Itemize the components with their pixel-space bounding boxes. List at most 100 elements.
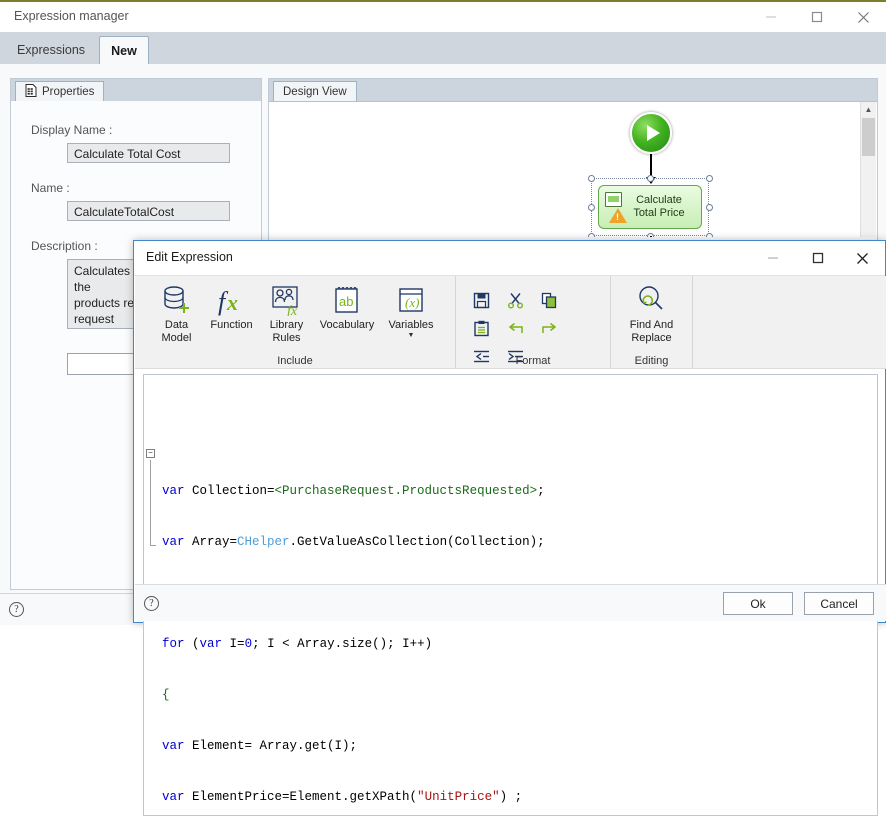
ribbon-button-library-rules[interactable]: fx Library Rules [259,276,314,352]
database-add-icon [160,282,194,316]
dialog-title: Edit Expression [146,250,233,264]
ribbon-group-editing: Find And Replace Editing [610,276,692,369]
panel-tab-design-view[interactable]: Design View [273,81,357,101]
ribbon-button-variables[interactable]: (x) Variables ▼ [380,276,442,352]
paste-clipboard-icon[interactable] [464,314,498,342]
dialog-close-icon[interactable] [840,241,885,275]
name-input[interactable]: CalculateTotalCost [67,201,230,221]
ribbon-group-editing-label: Editing [634,355,669,367]
start-node[interactable] [630,112,672,154]
display-name-label: Display Name : [31,123,113,137]
tab-new[interactable]: New [99,36,149,64]
play-start-icon [646,125,660,141]
main-window-title: Expression manager [14,9,129,23]
ribbon-button-find-and-replace[interactable]: Find And Replace [613,276,691,352]
main-tabstrip: Expressions New [0,32,886,65]
dialog-help-icon-glyph: ? [149,598,154,609]
code-line: var Element= Array.get(I); [162,739,358,753]
ribbon-button-vocabulary[interactable]: ab Vocabulary [314,276,380,352]
properties-panel-tabstrip: Properties [11,79,261,102]
copy-icon[interactable] [532,286,566,314]
ribbon-button-variables-label1: Variables [388,319,434,331]
scrollbar-thumb[interactable] [862,118,875,156]
warning-triangle-icon [609,208,627,223]
design-scrollbar[interactable]: ▲ [860,102,876,237]
properties-grid-icon [25,83,37,100]
dialog-minimize-icon[interactable] [750,241,795,275]
ribbon-button-function[interactable]: f x Function [204,276,259,352]
tab-expressions-label: Expressions [16,43,86,57]
ribbon-button-vocabulary-label1: Vocabulary [319,319,375,331]
maximize-icon[interactable] [794,2,840,32]
panel-tab-properties[interactable]: Properties [15,81,105,101]
undo-arrow-icon[interactable] [498,314,532,342]
ribbon-button-data-model-label1: Data [164,319,189,331]
ribbon-group-include-label: Include [277,355,313,367]
task-node-line1: Calculate [636,194,682,206]
description-label: Description : [31,239,98,253]
main-titlebar: Expression manager [0,2,886,32]
help-icon[interactable]: ? [9,602,24,617]
ribbon-button-function-label1: Function [210,319,253,331]
ribbon-button-library-rules-label1: Library [269,319,304,331]
svg-text:x: x [226,290,238,315]
code-line: var ElementPrice=Element.getXPath("UnitP… [162,790,523,804]
task-node-line2: Total Price [633,207,685,219]
resize-handle-se[interactable] [706,233,713,237]
dialog-ribbon: Data Model f x Function fx Library Rules… [135,276,886,369]
ok-button[interactable]: Ok [723,592,793,615]
screen-task-icon [605,192,622,207]
tab-new-label: New [111,43,137,58]
library-rules-icon: fx [270,282,304,316]
dialog-window-controls [750,241,885,275]
cancel-button[interactable]: Cancel [804,592,874,615]
design-panel-tabstrip: Design View [269,79,877,102]
ribbon-button-find-and-replace-label1: Find And [629,319,674,331]
resize-handle-sw[interactable] [588,233,595,237]
connector-line-2 [650,236,652,237]
main-window-controls [748,2,886,32]
ribbon-empty-area [692,276,886,369]
design-canvas[interactable]: CalculateTotal Price [270,102,862,237]
chevron-up-icon[interactable]: ▲ [861,102,876,117]
redo-arrow-icon[interactable] [532,314,566,342]
svg-text:(x): (x) [405,295,419,310]
ribbon-group-include: Data Model f x Function fx Library Rules… [135,276,455,369]
resize-handle-e[interactable] [706,204,713,211]
task-node-calculate-total-price[interactable]: CalculateTotal Price [598,185,702,229]
fx-function-icon: f x [215,282,249,316]
resize-handle-n[interactable] [647,175,654,182]
ribbon-button-data-model-label2: Model [161,332,192,344]
save-icon[interactable] [464,286,498,314]
display-name-input[interactable]: Calculate Total Cost [67,143,230,163]
code-fold-toggle[interactable]: − [146,449,155,458]
panel-tab-design-view-label: Design View [283,85,347,98]
help-icon-glyph: ? [14,604,19,615]
resize-handle-nw[interactable] [588,175,595,182]
name-label: Name : [31,181,70,195]
minimize-icon[interactable] [748,2,794,32]
ribbon-button-library-rules-label2: Rules [272,332,301,344]
svg-text:ab: ab [339,294,353,309]
chevron-down-icon[interactable]: ▼ [388,332,433,339]
variables-x-icon: (x) [394,282,428,316]
dialog-help-icon[interactable]: ? [144,596,159,611]
ribbon-group-format: Format [455,276,610,369]
cut-scissors-icon[interactable] [498,286,532,314]
ribbon-button-find-and-replace-label2: Replace [631,332,672,344]
resize-handle-w[interactable] [588,204,595,211]
resize-handle-ne[interactable] [706,175,713,182]
ribbon-group-format-label: Format [515,355,551,367]
code-line: var Array=CHelper.GetValueAsCollection(C… [162,535,545,549]
find-replace-magnifier-icon [635,282,669,316]
tab-expressions[interactable]: Expressions [6,36,96,64]
code-line: { [162,688,170,702]
code-fold-line [150,460,151,545]
dialog-maximize-icon[interactable] [795,241,840,275]
dialog-titlebar: Edit Expression [134,241,885,276]
code-line: var Collection=<PurchaseRequest.Products… [162,484,545,498]
close-icon[interactable] [840,2,886,32]
ribbon-button-data-model[interactable]: Data Model [149,276,204,352]
dialog-footer: ? Ok Cancel [135,584,886,621]
vocabulary-book-icon: ab [330,282,364,316]
